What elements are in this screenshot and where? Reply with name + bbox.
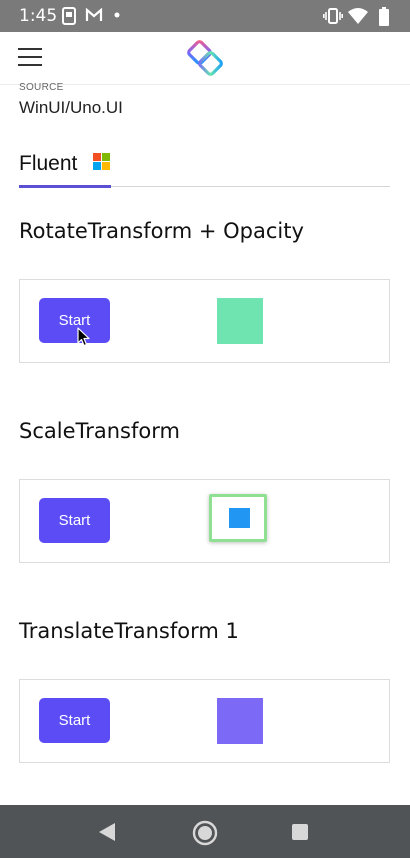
gmail-icon bbox=[85, 7, 103, 21]
status-time: 1:45 bbox=[19, 6, 58, 26]
section-title-translate: TranslateTransform 1 bbox=[19, 619, 239, 643]
hamburger-menu-icon[interactable] bbox=[18, 47, 42, 67]
scale-square-frame bbox=[209, 494, 267, 542]
status-bar: 1:45 bbox=[0, 0, 410, 32]
uno-platform-logo bbox=[187, 40, 223, 76]
section-title-scale: ScaleTransform bbox=[19, 419, 180, 443]
wifi-icon bbox=[348, 8, 368, 24]
dot-icon bbox=[114, 12, 120, 18]
battery-icon bbox=[379, 7, 389, 26]
translate-square bbox=[217, 698, 263, 744]
navigation-bar bbox=[0, 805, 410, 858]
app-bar bbox=[0, 32, 410, 85]
rotate-demo-card: Start bbox=[19, 279, 390, 363]
scale-square bbox=[229, 508, 250, 528]
tab-label: Fluent bbox=[19, 152, 78, 175]
recent-apps-icon[interactable] bbox=[292, 824, 308, 840]
photo-notification-icon bbox=[62, 7, 76, 25]
scale-demo-card: Start bbox=[19, 479, 390, 563]
home-icon[interactable] bbox=[192, 820, 218, 846]
translate-start-button[interactable]: Start bbox=[39, 698, 110, 743]
section-title-rotate: RotateTransform + Opacity bbox=[19, 219, 304, 243]
tab-fluent[interactable]: Fluent bbox=[19, 148, 111, 188]
rotate-start-button[interactable]: Start bbox=[39, 298, 110, 343]
vibrate-icon bbox=[323, 8, 343, 24]
translate-demo-card: Start bbox=[19, 679, 390, 763]
source-value: WinUI/Uno.UI bbox=[19, 98, 123, 117]
rotate-square bbox=[217, 298, 263, 344]
scale-start-button[interactable]: Start bbox=[39, 498, 110, 543]
tab-bar: Fluent bbox=[19, 148, 390, 188]
source-label: SOURCE bbox=[19, 82, 64, 93]
tab-selected-indicator bbox=[19, 185, 111, 188]
microsoft-logo-icon bbox=[93, 153, 110, 170]
back-icon[interactable] bbox=[98, 822, 116, 842]
